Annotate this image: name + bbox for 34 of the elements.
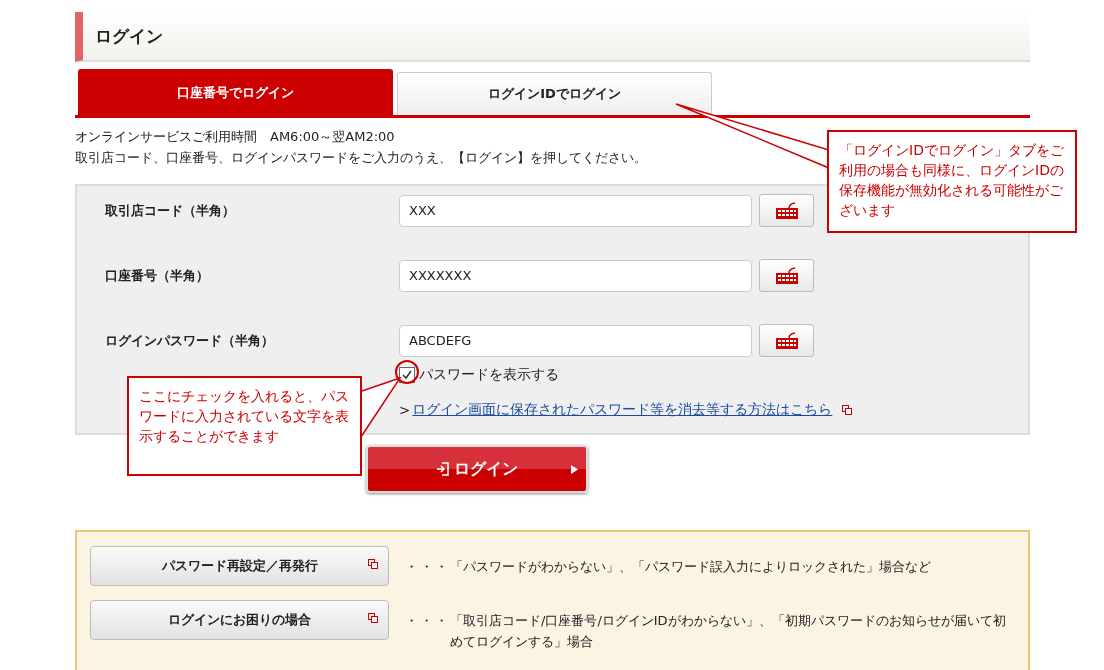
external-window-icon (368, 613, 378, 623)
keyboard-icon (774, 201, 799, 220)
input-field[interactable]: ABCDEFG (399, 324, 752, 357)
input-field[interactable]: XXXXXXX (399, 259, 752, 292)
login-button[interactable]: ログイン (365, 445, 588, 493)
keyboard-icon (774, 331, 799, 350)
input-field[interactable]: XXX (399, 194, 752, 227)
keyboard-icon (774, 266, 799, 285)
ellipsis-text: ・・・ (405, 612, 450, 630)
help-description: 「取引店コード/口座番号/ログインIDがわからない」、「初期パスワードのお知らせが届いて初めてログインする」場合 (450, 612, 1007, 651)
tab[interactable]: ログインIDでログイン (397, 72, 712, 115)
field-label: 口座番号（半角） (105, 266, 210, 285)
annotation-callout: 「ログインIDでログイン」タブをご利用の場合も同様に、ログインIDの保存機能が無効化される可能性がございます (827, 130, 1077, 233)
help-button[interactable]: ログインにお困りの場合 (90, 600, 389, 640)
notice-text: オンラインサービスご利用時間 AM6:00～翌AM2:00 (75, 128, 395, 146)
tab[interactable]: 口座番号でログイン (78, 69, 393, 115)
external-window-icon (842, 405, 853, 415)
help-link[interactable]: ログイン画面に保存されたパスワード等を消去等する方法はこちら (412, 401, 833, 419)
link-prefix: > (399, 402, 411, 418)
help-button[interactable]: パスワード再設定／再発行 (90, 546, 389, 586)
login-icon (435, 462, 450, 476)
field-label: ログインパスワード（半角） (105, 331, 275, 350)
page-title: ログイン (95, 24, 163, 48)
keyboard-button[interactable] (759, 259, 814, 292)
field-label: 取引店コード（半角） (105, 201, 236, 220)
external-window-icon (368, 559, 378, 569)
ellipsis-text: ・・・ (405, 558, 450, 576)
highlight-circle (395, 360, 419, 384)
keyboard-button[interactable] (759, 194, 814, 227)
caret-icon (570, 465, 578, 474)
keyboard-button[interactable] (759, 324, 814, 357)
notice-text: 取引店コード、口座番号、ログインパスワードをご入力のうえ、【ログイン】を押してください。 (75, 149, 647, 167)
help-description: 「パスワードがわからない」、「パスワード誤入力によりロックされた」場合など (450, 558, 932, 576)
checkbox-label: パスワードを表示する (419, 366, 559, 384)
